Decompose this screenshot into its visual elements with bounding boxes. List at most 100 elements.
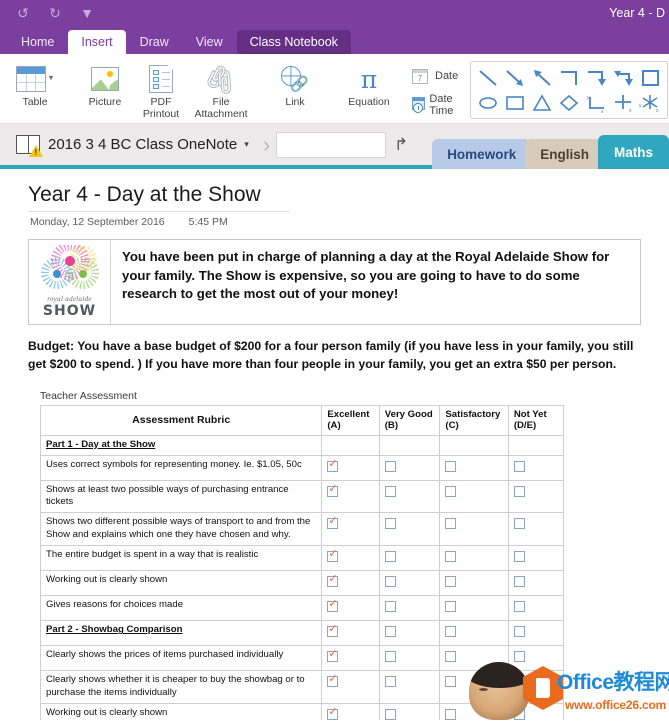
rubric-checkbox-cell[interactable] — [507, 512, 565, 547]
rubric-checkbox-cell[interactable] — [507, 454, 565, 481]
notebook-dropdown-icon[interactable]: ▾ — [244, 139, 249, 150]
section-tab-english[interactable]: English — [525, 139, 604, 169]
xy-axis-shape-icon[interactable]: yx — [585, 93, 607, 113]
rubric-checkbox-cell[interactable] — [321, 595, 380, 622]
ellipse-shape-icon[interactable] — [477, 93, 499, 113]
checkbox-checked-icon[interactable] — [327, 516, 339, 530]
page-canvas[interactable]: Year 4 - Day at the Show Monday, 12 Sept… — [0, 169, 669, 720]
rubric-checkbox-cell[interactable] — [439, 620, 509, 647]
checkbox-checked-icon[interactable] — [327, 649, 339, 663]
checkbox-icon[interactable] — [513, 576, 525, 588]
checkbox-checked-icon[interactable] — [327, 707, 339, 720]
square-connector-shape-icon[interactable] — [639, 68, 661, 88]
checkbox-checked-icon[interactable] — [327, 674, 339, 688]
insert-table-button[interactable]: ▼ Table — [7, 58, 63, 109]
checkbox-icon[interactable] — [384, 460, 396, 472]
plus-axis-shape-icon[interactable]: x — [612, 93, 634, 113]
checkbox-icon[interactable] — [445, 601, 457, 613]
rubric-checkbox-cell[interactable] — [321, 645, 380, 672]
rubric-checkbox-cell[interactable] — [321, 512, 380, 547]
elbow-connector-shape-icon[interactable] — [558, 68, 580, 88]
rubric-checkbox-cell[interactable] — [378, 703, 441, 720]
rubric-checkbox-cell[interactable] — [439, 570, 509, 597]
rubric-checkbox-cell[interactable] — [378, 454, 441, 481]
rubric-checkbox-cell[interactable] — [378, 595, 441, 622]
checkbox-icon[interactable] — [513, 626, 525, 638]
insert-equation-button[interactable]: π Equation — [337, 58, 401, 109]
checkbox-icon[interactable] — [445, 460, 457, 472]
tab-view[interactable]: View — [183, 30, 236, 54]
rubric-checkbox-cell[interactable] — [378, 670, 441, 705]
arrow-down-right-shape-icon[interactable] — [504, 68, 526, 88]
arrow-up-left-shape-icon[interactable] — [531, 68, 553, 88]
checkbox-icon[interactable] — [513, 518, 525, 530]
shapes-gallery[interactable]: yx x yx — [470, 61, 669, 119]
checkbox-icon[interactable] — [384, 551, 396, 563]
rubric-checkbox-cell[interactable] — [321, 670, 380, 705]
search-input[interactable] — [276, 131, 387, 158]
rubric-checkbox-cell[interactable] — [439, 545, 509, 572]
rubric-checkbox-cell[interactable] — [321, 545, 380, 572]
checkbox-icon[interactable] — [445, 551, 457, 563]
star-axis-shape-icon[interactable]: yx — [639, 93, 661, 113]
rubric-checkbox-cell[interactable] — [321, 620, 380, 647]
tab-draw[interactable]: Draw — [127, 30, 182, 54]
insert-file-attachment-button[interactable]: 🖇 File Attachment — [189, 58, 253, 121]
insert-pdf-printout-button[interactable]: PDF Printout — [133, 58, 189, 121]
rubric-checkbox-cell[interactable] — [378, 479, 441, 514]
checkbox-icon[interactable] — [445, 485, 457, 497]
insert-picture-button[interactable]: Picture — [77, 58, 133, 109]
checkbox-icon[interactable] — [384, 485, 396, 497]
checkbox-icon[interactable] — [513, 551, 525, 563]
rubric-checkbox-cell[interactable] — [378, 620, 441, 647]
checkbox-checked-icon[interactable] — [327, 574, 339, 588]
elbow-arrow-shape-icon[interactable] — [585, 68, 607, 88]
rubric-checkbox-cell[interactable] — [439, 434, 509, 456]
checkbox-checked-icon[interactable] — [327, 599, 339, 613]
notebook-name[interactable]: 2016 3 4 BC Class OneNote — [48, 136, 237, 153]
triangle-shape-icon[interactable] — [531, 93, 553, 113]
checkbox-icon[interactable] — [384, 676, 396, 688]
rubric-checkbox-cell[interactable] — [321, 454, 380, 481]
rubric-checkbox-cell[interactable] — [321, 570, 380, 597]
checkbox-icon[interactable] — [445, 651, 457, 663]
rubric-checkbox-cell[interactable] — [321, 434, 380, 456]
checkbox-icon[interactable] — [384, 651, 396, 663]
checkbox-icon[interactable] — [445, 709, 457, 720]
chevron-down-icon[interactable]: ▼ — [48, 75, 55, 83]
rubric-checkbox-cell[interactable] — [378, 570, 441, 597]
elbow-double-arrow-shape-icon[interactable] — [612, 68, 634, 88]
checkbox-icon[interactable] — [384, 518, 396, 530]
rubric-checkbox-cell[interactable] — [507, 595, 565, 622]
navigate-back-icon[interactable]: ↰ — [394, 135, 408, 155]
checkbox-checked-icon[interactable] — [327, 459, 339, 472]
diamond-shape-icon[interactable] — [558, 93, 580, 113]
rubric-checkbox-cell[interactable] — [439, 595, 509, 622]
rubric-checkbox-cell[interactable] — [378, 545, 441, 572]
checkbox-icon[interactable] — [445, 676, 457, 688]
checkbox-icon[interactable] — [513, 601, 525, 613]
redo-icon[interactable]: ↻ — [46, 4, 64, 22]
checkbox-checked-icon[interactable] — [327, 549, 339, 563]
insert-date-button[interactable]: 7 Date — [412, 68, 460, 84]
rubric-checkbox-cell[interactable] — [507, 479, 565, 514]
tab-insert[interactable]: Insert — [68, 30, 126, 54]
rubric-checkbox-cell[interactable] — [439, 454, 509, 481]
checkbox-checked-icon[interactable] — [327, 484, 339, 497]
checkbox-icon[interactable] — [445, 576, 457, 588]
customize-quick-access-icon[interactable]: ▼ — [78, 4, 96, 22]
rubric-checkbox-cell[interactable] — [507, 434, 565, 456]
rectangle-shape-icon[interactable] — [504, 93, 526, 113]
page-title[interactable]: Year 4 - Day at the Show — [0, 183, 669, 209]
checkbox-icon[interactable] — [513, 460, 525, 472]
tab-home[interactable]: Home — [8, 30, 67, 54]
section-tab-maths[interactable]: Maths — [597, 135, 669, 169]
rubric-checkbox-cell[interactable] — [378, 512, 441, 547]
rubric-checkbox-cell[interactable] — [321, 479, 380, 514]
checkbox-checked-icon[interactable] — [327, 624, 339, 638]
checkbox-icon[interactable] — [445, 626, 457, 638]
rubric-checkbox-cell[interactable] — [507, 545, 565, 572]
rubric-checkbox-cell[interactable] — [378, 434, 441, 456]
checkbox-icon[interactable] — [513, 485, 525, 497]
rubric-checkbox-cell[interactable] — [439, 479, 509, 514]
